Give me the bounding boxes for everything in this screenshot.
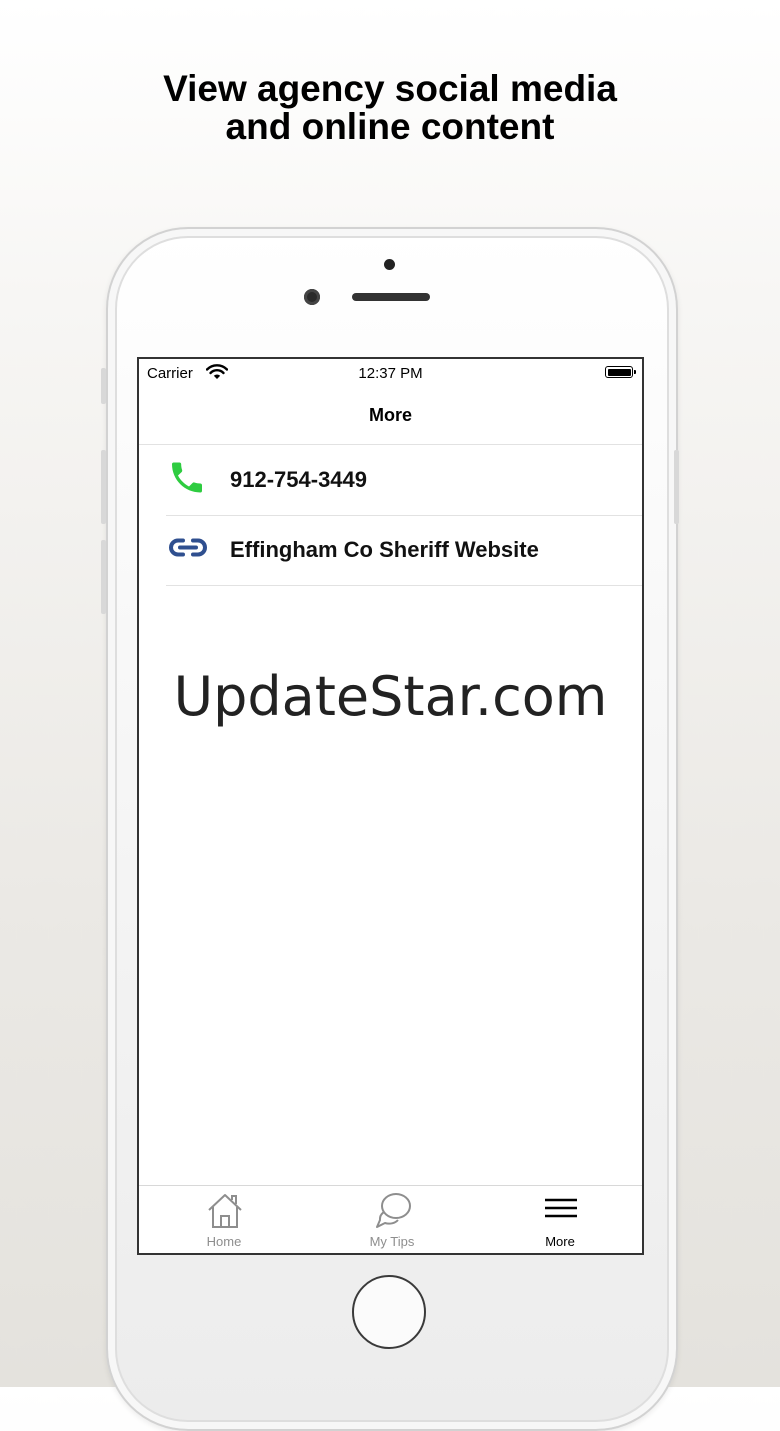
battery-icon bbox=[605, 366, 636, 378]
list-item-website[interactable]: Effingham Co Sheriff Website bbox=[139, 515, 642, 585]
list-item-phone[interactable]: 912-754-3449 bbox=[139, 445, 642, 515]
watermark: UpdateStar.com bbox=[173, 665, 608, 728]
tab-bar: Home My Tips More bbox=[139, 1185, 642, 1253]
home-icon bbox=[206, 1192, 244, 1235]
tab-more[interactable]: More bbox=[500, 1186, 620, 1253]
front-camera bbox=[304, 289, 320, 305]
phone-icon bbox=[167, 458, 207, 503]
promo-headline: View agency social media and online cont… bbox=[0, 70, 780, 146]
proximity-sensor bbox=[384, 259, 395, 270]
power-button bbox=[674, 450, 679, 524]
tab-home[interactable]: Home bbox=[164, 1186, 284, 1253]
tab-my-tips[interactable]: My Tips bbox=[332, 1186, 452, 1253]
earpiece-speaker bbox=[352, 293, 430, 301]
status-time: 12:37 PM bbox=[358, 365, 423, 382]
link-icon bbox=[167, 536, 209, 565]
list-divider bbox=[166, 585, 642, 586]
volume-up-button bbox=[101, 450, 106, 524]
tab-more-label: More bbox=[545, 1234, 575, 1249]
volume-down-button bbox=[101, 540, 106, 614]
promo-headline-line-1: View agency social media bbox=[163, 68, 617, 109]
phone-screen: Carrier 12:37 PM More 912-754-3449 Effin… bbox=[137, 357, 644, 1255]
page-title: More bbox=[368, 405, 412, 425]
hamburger-menu-icon bbox=[542, 1192, 580, 1235]
phone-number-label: 912-754-3449 bbox=[230, 467, 368, 492]
status-bar: Carrier 12:37 PM bbox=[139, 359, 642, 389]
tab-my-tips-label: My Tips bbox=[369, 1234, 415, 1249]
home-button[interactable] bbox=[352, 1275, 426, 1349]
tab-home-label: Home bbox=[206, 1234, 242, 1249]
promo-headline-line-2: and online content bbox=[225, 106, 555, 147]
silent-switch bbox=[101, 368, 106, 404]
chat-bubbles-icon bbox=[374, 1192, 412, 1235]
website-link-label: Effingham Co Sheriff Website bbox=[230, 537, 539, 562]
